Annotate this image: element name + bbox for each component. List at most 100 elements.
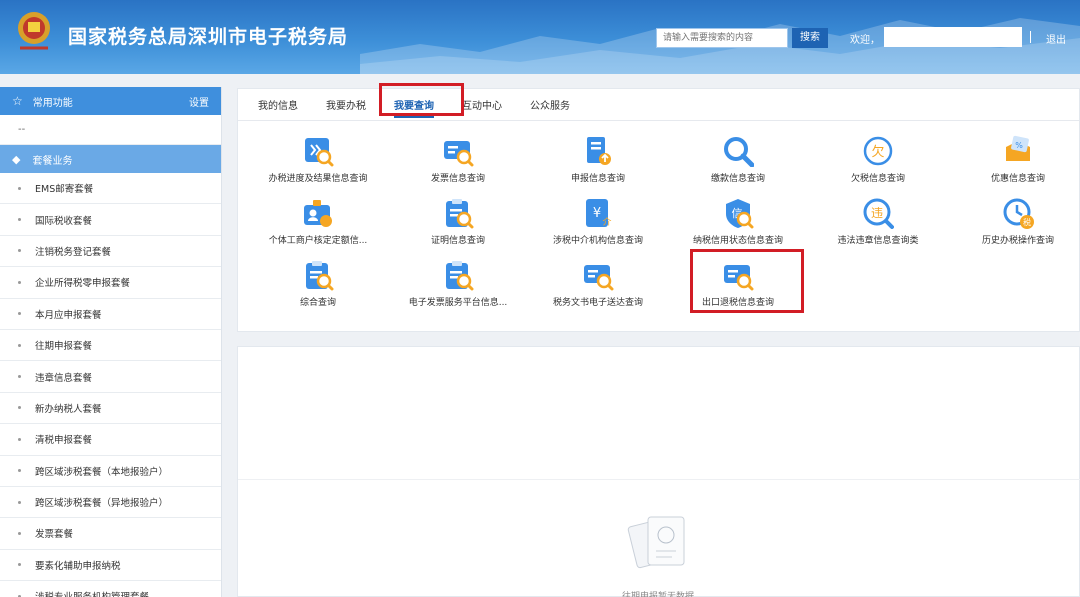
sidebar-item[interactable]: 违章信息套餐 [0, 361, 221, 393]
search-button[interactable]: 搜索 [792, 28, 828, 48]
svg-text:违: 违 [871, 206, 883, 220]
payment-query-icon [724, 137, 754, 167]
sidebar-item[interactable]: 跨区域涉税套餐（异地报验户） [0, 487, 221, 519]
sidebar-item-label: 企业所得税零申报套餐 [35, 278, 131, 290]
sidebar-item[interactable]: 发票套餐 [0, 518, 221, 550]
bullet-icon [18, 343, 21, 347]
active-tab-highlight-box [379, 83, 464, 116]
service-label: 历史办税操作查询 [981, 236, 1054, 246]
sidebar-item[interactable]: EMS邮寄套餐 [0, 173, 221, 205]
sidebar: ☆ 常用功能 设置 -- ◆ 套餐业务 EMS邮寄套餐 国际税收套餐注销税务登记套… [0, 87, 222, 597]
sidebar-group-packages[interactable]: ◆ 套餐业务 [0, 145, 221, 173]
selected-service-highlight-box [690, 249, 804, 313]
bullet-icon [18, 218, 21, 222]
comprehensive-query-icon [306, 261, 334, 291]
logout-link[interactable]: 退出 [1046, 31, 1066, 46]
sidebar-item-label: 新办纳税人套餐 [35, 403, 102, 415]
sidebar-list: EMS邮寄套餐 国际税收套餐注销税务登记套餐企业所得税零申报套餐 本月应申报套餐 往期… [0, 173, 221, 597]
sidebar-item[interactable]: 跨区域涉税套餐（本地报验户） [0, 456, 221, 487]
discount-query-icon: % [1006, 135, 1030, 161]
service-tile[interactable]: 欠欠税信息查询 [808, 135, 948, 184]
tab-interaction[interactable]: 互动中心 [462, 97, 502, 112]
query-panel: 我的信息 我要办税 我要查询 互动中心 公众服务 办税进度及结果信息查询 发票信息… [237, 83, 1080, 332]
sidebar-item[interactable]: 涉税专业服务机构管理套餐 [0, 581, 221, 597]
bullet-icon [18, 280, 21, 284]
credit-query-icon: 信 [726, 199, 754, 229]
sidebar-item[interactable]: 企业所得税零申报套餐 [0, 267, 221, 299]
bullet-icon [18, 531, 21, 535]
settings-link[interactable]: 设置 [189, 94, 209, 109]
service-label: 违法违章信息查询类 [837, 236, 919, 246]
sidebar-item[interactable]: 国际税收套餐 [0, 204, 221, 236]
sidebar-item[interactable]: 清税申报套餐 [0, 424, 221, 456]
service-tile[interactable]: 税历史办税操作查询 [948, 197, 1080, 246]
service-tile[interactable]: 信纳税信用状态信息查询 [668, 197, 808, 246]
username-box [884, 27, 1022, 47]
sidebar-item[interactable]: 要素化辅助申报纳税 [0, 550, 221, 582]
service-tile[interactable]: 缴款信息查询 [668, 135, 808, 184]
tab-bar: 我的信息 我要办税 我要查询 互动中心 公众服务 [238, 89, 1079, 121]
service-tile[interactable]: 发票信息查询 [388, 135, 528, 184]
bullet-icon [18, 469, 21, 473]
arrears-query-icon: 欠 [863, 136, 893, 166]
agency-query-icon: ¥介 [586, 199, 612, 228]
service-tile[interactable]: % 优惠信息查询 [948, 135, 1080, 184]
header-divider [1030, 31, 1031, 43]
violation-query-icon: 违 [863, 198, 894, 229]
sidebar-item-label: 国际税收套餐 [35, 215, 93, 227]
tab-my-info[interactable]: 我的信息 [258, 97, 298, 112]
tab-tax-handling[interactable]: 我要办税 [326, 97, 366, 112]
service-tile[interactable]: 电子发票服务平台信息... [388, 259, 528, 308]
sidebar-item[interactable]: 往期申报套餐 [0, 330, 221, 362]
service-label: 个体工商户核定定额信... [268, 236, 368, 246]
sidebar-item-label: 往期申报套餐 [35, 341, 93, 353]
sidebar-item-label: 清税申报套餐 [35, 435, 93, 447]
search-input[interactable] [656, 28, 788, 48]
svg-text:¥: ¥ [593, 206, 601, 221]
bullet-icon [18, 312, 21, 316]
certificate-query-icon [446, 199, 474, 229]
service-label: 欠税信息查询 [850, 174, 905, 184]
sidebar-item-label: EMS邮寄套餐 [35, 184, 94, 196]
service-label: 涉税中介机构信息查询 [552, 236, 643, 246]
sidebar-item-label: 跨区域涉税套餐（异地报验户） [35, 498, 169, 510]
service-label: 证明信息查询 [430, 236, 485, 246]
sidebar-item[interactable]: 本月应申报套餐 [0, 299, 221, 330]
tab-public-service[interactable]: 公众服务 [530, 97, 570, 112]
bullet-icon [18, 186, 21, 190]
service-tile[interactable]: 税务文书电子送达查询 [528, 259, 668, 308]
sidebar-item-label: 要素化辅助申报纳税 [35, 560, 121, 572]
svg-text:介: 介 [602, 217, 611, 228]
document-delivery-icon [584, 265, 614, 291]
sidebar-header: ☆ 常用功能 设置 [0, 87, 221, 115]
declaration-query-icon [587, 137, 611, 165]
svg-text:税: 税 [1023, 217, 1031, 227]
service-label: 办税进度及结果信息查询 [268, 174, 368, 184]
sidebar-item[interactable]: 注销税务登记套餐 [0, 236, 221, 268]
service-label: 发票信息查询 [430, 174, 485, 184]
bullet-icon [18, 563, 21, 567]
history-panel: 往期申报暂无数据 [237, 346, 1080, 597]
sidebar-item-label: 跨区域涉税套餐（本地报验户） [35, 466, 169, 478]
history-query-icon: 税 [1003, 198, 1034, 229]
sidebar-item[interactable]: 新办纳税人套餐 [0, 393, 221, 425]
cube-icon: ◆ [12, 152, 21, 166]
service-tile[interactable]: 证明信息查询 [388, 197, 528, 246]
service-label: 优惠信息查询 [990, 174, 1045, 184]
sidebar-placeholder: -- [0, 115, 221, 145]
bullet-icon [18, 249, 21, 253]
sidebar-header-label: 常用功能 [32, 97, 73, 109]
service-tile[interactable]: 个体工商户核定定额信... [248, 197, 388, 246]
service-tile[interactable]: ¥ 介涉税中介机构信息查询 [528, 197, 668, 246]
service-label: 缴款信息查询 [710, 174, 765, 184]
bullet-icon [18, 375, 21, 379]
site-title: 国家税务总局深圳市电子税务局 [68, 26, 349, 48]
invoice-query-icon [444, 141, 474, 167]
service-tile[interactable]: 综合查询 [248, 259, 388, 308]
service-tile[interactable]: 违违法违章信息查询类 [808, 197, 948, 246]
progress-query-icon [305, 138, 334, 167]
service-tile[interactable]: 办税进度及结果信息查询 [248, 135, 388, 184]
service-tile[interactable]: 申报信息查询 [528, 135, 668, 184]
bullet-icon [18, 500, 21, 504]
sidebar-item-label: 本月应申报套餐 [35, 309, 102, 321]
